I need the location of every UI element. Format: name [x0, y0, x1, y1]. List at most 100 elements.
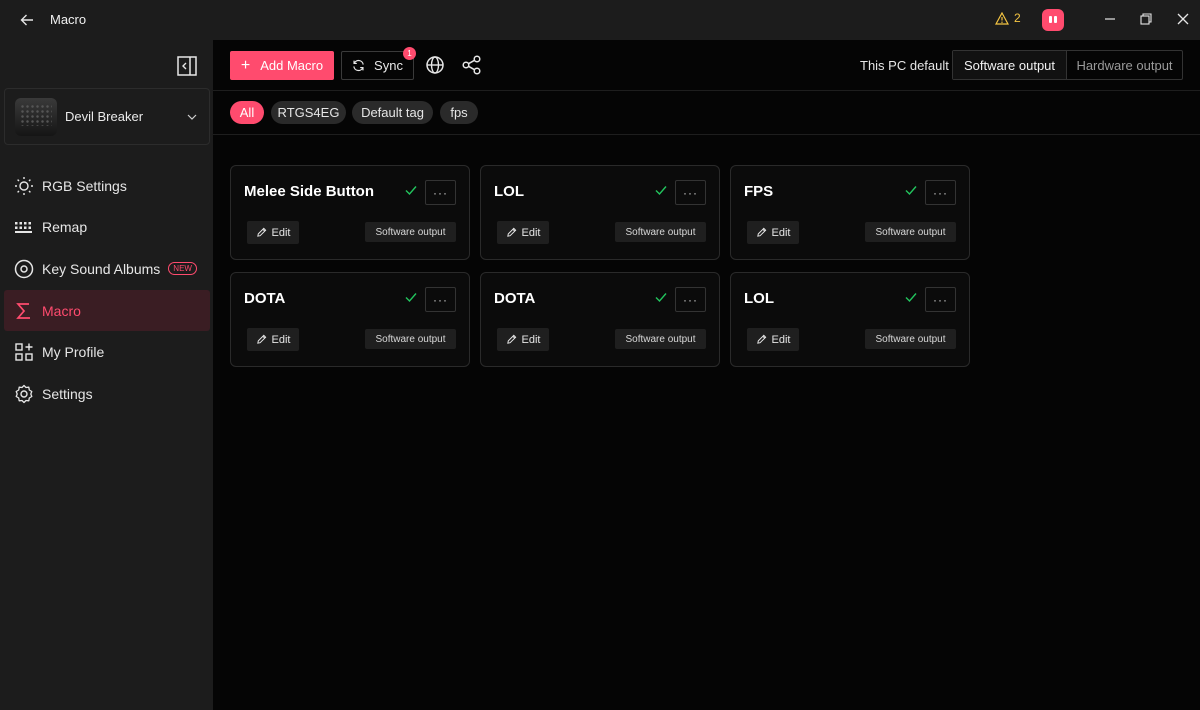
keyboard-icon: [15, 222, 32, 234]
check-icon: [905, 186, 917, 196]
software-output-option[interactable]: Software output: [953, 51, 1067, 79]
pencil-icon: [756, 334, 766, 344]
check-icon: [405, 186, 417, 196]
macro-card[interactable]: LOL ··· Edit Software output: [480, 165, 720, 260]
macro-card[interactable]: DOTA ··· Edit Software output: [480, 272, 720, 367]
macro-card[interactable]: DOTA ··· Edit Software output: [230, 272, 470, 367]
add-macro-label: Add Macro: [260, 58, 324, 73]
sidebar: Devil Breaker RGB Settings Remap Key Sou…: [0, 40, 213, 710]
macro-card[interactable]: FPS ··· Edit Software output: [730, 165, 970, 260]
more-options-button[interactable]: ···: [925, 287, 956, 312]
output-type-tag: Software output: [615, 329, 706, 349]
macro-card[interactable]: Melee Side Button ··· Edit Software outp…: [230, 165, 470, 260]
minimize-button[interactable]: [1097, 6, 1123, 32]
panel-collapse-icon: [177, 56, 197, 76]
more-options-button[interactable]: ···: [425, 180, 456, 205]
check-icon: [655, 293, 667, 303]
gear-icon: [15, 384, 33, 403]
sidebar-nav: RGB Settings Remap Key Sound Albums NEW …: [4, 165, 210, 415]
edit-macro-button[interactable]: Edit: [247, 221, 299, 244]
hardware-output-option[interactable]: Hardware output: [1067, 51, 1182, 79]
output-type-tag: Software output: [365, 329, 456, 349]
title-bar: Macro 2: [0, 0, 1200, 40]
sun-icon: [15, 176, 33, 195]
check-icon: [905, 293, 917, 303]
edit-macro-button[interactable]: Edit: [497, 221, 549, 244]
macro-title: LOL: [744, 290, 774, 307]
sidebar-item-remap[interactable]: Remap: [4, 207, 210, 249]
output-type-tag: Software output: [865, 222, 956, 242]
close-icon: [1177, 13, 1189, 25]
filter-chip-fps[interactable]: fps: [440, 101, 478, 124]
language-button[interactable]: [424, 54, 446, 76]
sidebar-item-macro[interactable]: Macro: [4, 289, 210, 332]
filter-chip-default-tag[interactable]: Default tag: [352, 101, 433, 124]
output-type-tag: Software output: [615, 222, 706, 242]
plus-icon: +: [240, 56, 251, 74]
more-options-button[interactable]: ···: [925, 180, 956, 205]
edit-label: Edit: [271, 333, 291, 346]
restore-icon: [1140, 13, 1152, 25]
macro-card[interactable]: LOL ··· Edit Software output: [730, 272, 970, 367]
sidebar-item-label: RGB Settings: [42, 177, 127, 194]
sidebar-item-label: Macro: [42, 302, 81, 319]
arrow-left-icon: [20, 14, 33, 26]
warning-count: 2: [1014, 11, 1021, 25]
sidebar-item-key-sound-albums[interactable]: Key Sound Albums NEW: [4, 248, 210, 290]
disc-icon: [14, 259, 34, 279]
sidebar-item-label: My Profile: [42, 344, 105, 361]
close-button[interactable]: [1170, 6, 1196, 32]
collapse-sidebar-button[interactable]: [176, 55, 198, 77]
more-options-button[interactable]: ···: [675, 287, 706, 312]
back-button[interactable]: [16, 9, 38, 31]
output-type-tag: Software output: [865, 329, 956, 349]
grid-icon: [15, 343, 33, 361]
filter-chip-rtgs4eg[interactable]: RTGS4EG: [271, 101, 346, 124]
share-button[interactable]: [461, 54, 483, 76]
edit-macro-button[interactable]: Edit: [497, 328, 549, 351]
pc-default-label: This PC default: [860, 58, 949, 73]
warning-icon: [995, 11, 1009, 25]
new-badge: NEW: [168, 262, 197, 276]
pencil-icon: [506, 227, 516, 237]
sync-notification-badge: 1: [403, 47, 416, 60]
edit-label: Edit: [771, 333, 791, 346]
sidebar-item-label: Settings: [42, 385, 93, 402]
output-mode-toggle: Software output Hardware output: [952, 50, 1183, 80]
macro-title: LOL: [494, 183, 524, 200]
device-name: Devil Breaker: [65, 109, 144, 124]
edit-label: Edit: [521, 333, 541, 346]
add-macro-button[interactable]: + Add Macro: [230, 51, 334, 80]
edit-label: Edit: [771, 226, 791, 239]
check-icon: [405, 293, 417, 303]
edit-macro-button[interactable]: Edit: [247, 328, 299, 351]
sidebar-item-my-profile[interactable]: My Profile: [4, 331, 210, 373]
toolbar: + Add Macro Sync 1 This PC default Softw…: [213, 40, 1200, 91]
sidebar-item-label: Key Sound Albums: [42, 260, 161, 277]
pencil-icon: [256, 334, 266, 344]
window-title: Macro: [50, 12, 87, 27]
macro-title: DOTA: [244, 290, 286, 307]
sidebar-item-label: Remap: [42, 219, 88, 236]
chevron-down-icon: [187, 114, 197, 120]
sync-label: Sync: [374, 58, 403, 73]
device-image: [15, 97, 57, 136]
edit-macro-button[interactable]: Edit: [747, 221, 799, 244]
app-avatar[interactable]: [1042, 9, 1064, 31]
device-selector[interactable]: Devil Breaker: [4, 88, 210, 145]
restore-button[interactable]: [1133, 6, 1159, 32]
filter-chip-all[interactable]: All: [230, 101, 264, 124]
sidebar-item-settings[interactable]: Settings: [4, 373, 210, 415]
minimize-icon: [1105, 18, 1115, 20]
sidebar-item-rgb-settings[interactable]: RGB Settings: [4, 165, 210, 207]
globe-icon: [426, 56, 444, 74]
pencil-icon: [506, 334, 516, 344]
sigma-icon: [16, 302, 30, 319]
warning-indicator[interactable]: 2: [995, 11, 1021, 25]
edit-macro-button[interactable]: Edit: [747, 328, 799, 351]
share-icon: [462, 55, 481, 75]
more-options-button[interactable]: ···: [425, 287, 456, 312]
edit-label: Edit: [521, 226, 541, 239]
macro-title: DOTA: [494, 290, 536, 307]
more-options-button[interactable]: ···: [675, 180, 706, 205]
